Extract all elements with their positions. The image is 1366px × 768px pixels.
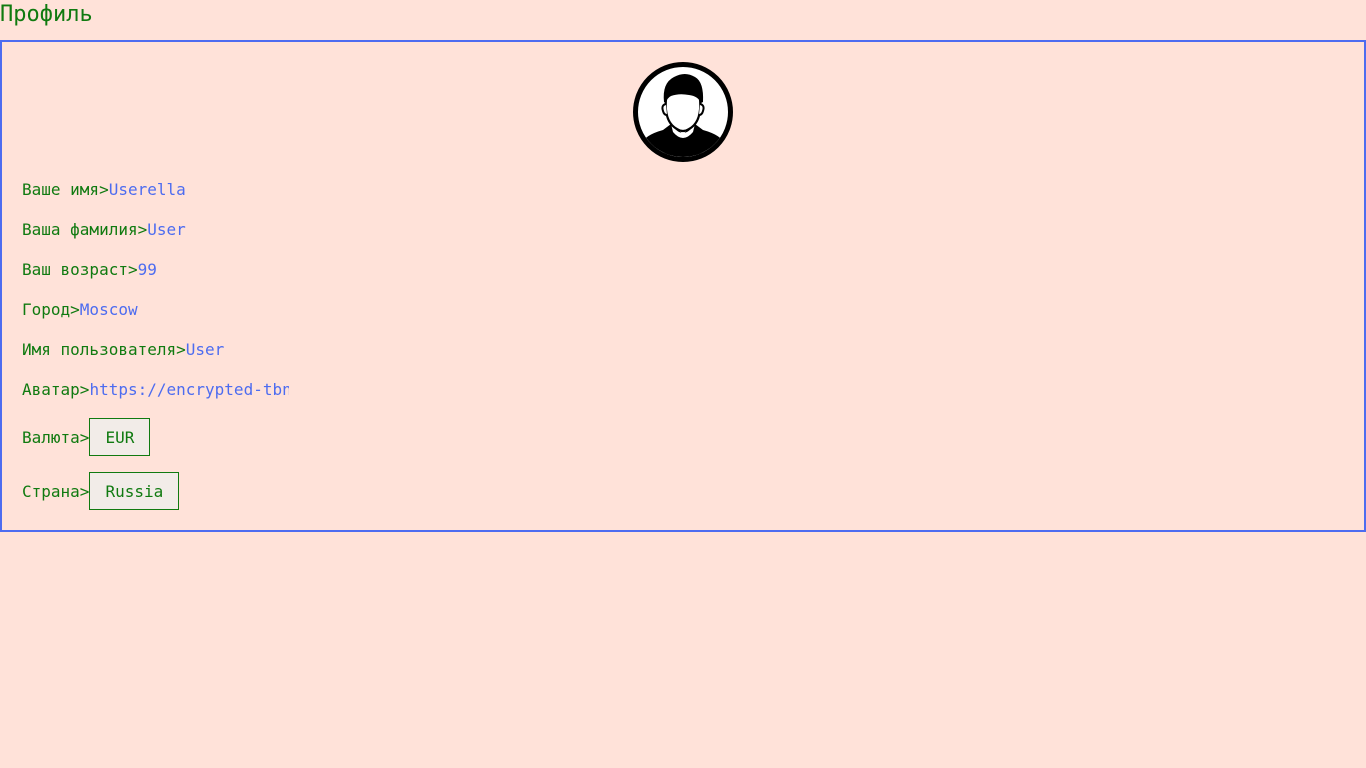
first-name-label: Ваше имя>	[22, 179, 109, 199]
page-title: Профиль	[0, 2, 93, 27]
username-label: Имя пользователя>	[22, 339, 186, 359]
field-city: Город>	[22, 298, 280, 320]
last-name-input[interactable]	[147, 218, 348, 240]
currency-label: Валюта>	[22, 427, 90, 447]
currency-select[interactable]: EUR	[89, 418, 151, 456]
city-label: Город>	[22, 299, 80, 319]
last-name-label: Ваша фамилия>	[22, 219, 148, 239]
profile-card: Ваше имя> Ваша фамилия> Ваш возраст> Гор…	[0, 40, 1366, 532]
field-username: Имя пользователя>	[22, 338, 386, 360]
first-name-input[interactable]	[108, 178, 309, 200]
field-avatar-url: Аватар>	[22, 378, 290, 400]
field-last-name: Ваша фамилия>	[22, 218, 348, 240]
field-currency: Валюта> EUR	[22, 418, 151, 456]
username-input[interactable]	[185, 338, 386, 360]
age-label: Ваш возраст>	[22, 259, 138, 279]
age-input[interactable]	[137, 258, 338, 280]
user-avatar-icon	[633, 62, 733, 162]
avatar-url-input[interactable]	[89, 378, 290, 400]
field-first-name: Ваше имя>	[22, 178, 309, 200]
field-country: Страна> Russia	[22, 472, 180, 510]
city-input[interactable]	[79, 298, 280, 320]
country-label: Страна>	[22, 481, 90, 501]
country-select[interactable]: Russia	[89, 472, 180, 510]
field-age: Ваш возраст>	[22, 258, 338, 280]
avatar-url-label: Аватар>	[22, 379, 90, 399]
